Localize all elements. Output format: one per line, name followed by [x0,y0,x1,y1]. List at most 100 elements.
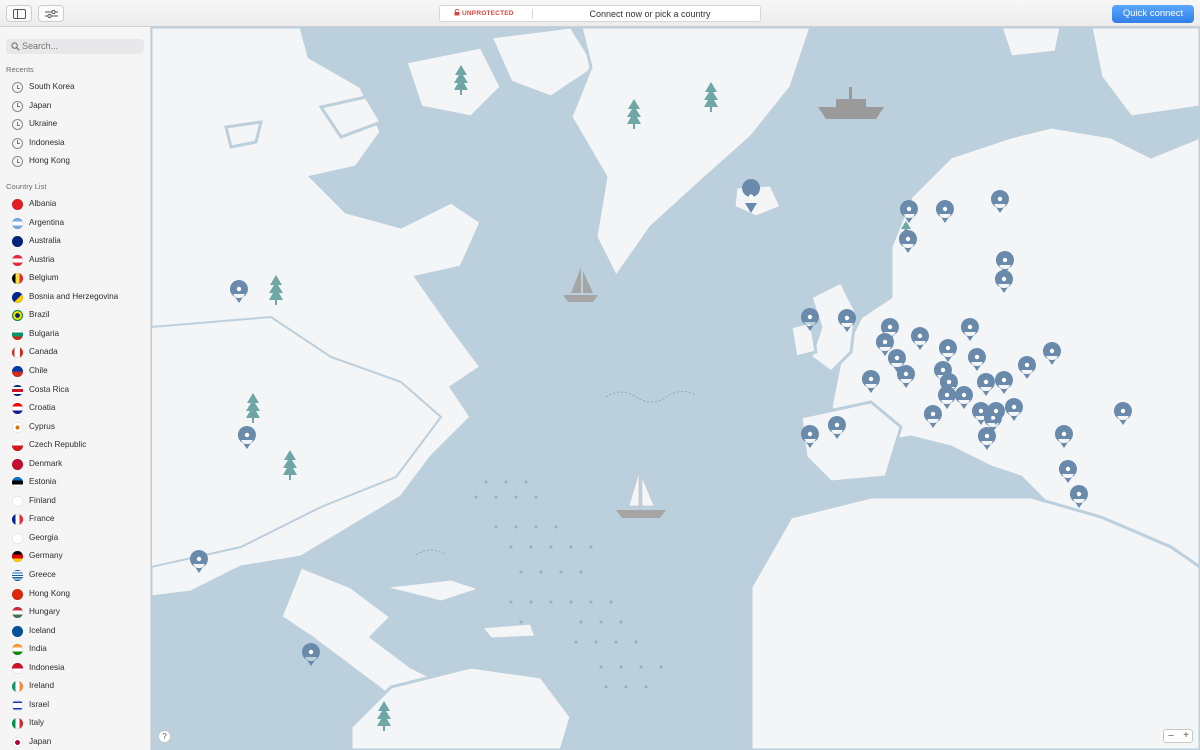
country-item-label: Australia [29,236,61,246]
country-item[interactable]: Argentina [0,214,150,232]
canada-flag-icon [12,347,23,359]
country-item[interactable]: Albania [0,195,150,213]
country-item-label: Croatia [29,403,56,413]
sidebar-icon [13,9,26,19]
italy-flag-icon [12,718,23,730]
country-item-label: Denmark [29,458,63,468]
iceland-flag-icon [12,625,23,637]
belgium-flag-icon [12,273,23,285]
country-item[interactable]: Greece [0,566,150,584]
recent-item[interactable]: Japan [0,97,150,115]
bosnia-flag-icon [12,291,23,303]
country-item[interactable]: Finland [0,492,150,510]
country-item[interactable]: Japan [0,733,150,750]
country-item[interactable]: Bosnia and Herzegovina [0,288,150,306]
clock-icon [12,137,23,149]
country-item-label: Argentina [29,217,65,227]
connection-status-bar[interactable]: UNPROTECTED Connect now or pick a countr… [439,5,761,22]
recent-item-label: Hong Kong [29,156,70,165]
country-item-label: Ireland [29,681,55,691]
country-item[interactable]: Canada [0,343,150,361]
country-item[interactable]: Hungary [0,603,150,621]
recent-item-label: South Korea [29,82,75,91]
search-input[interactable] [22,40,137,52]
country-item[interactable]: France [0,510,150,528]
cyprus-flag-icon [12,421,23,433]
clock-icon [12,82,23,93]
country-item[interactable]: Iceland [0,622,150,640]
help-button[interactable]: ? [158,730,171,743]
country-item[interactable]: Brazil [0,306,150,324]
country-item[interactable]: Indonesia [0,659,150,677]
country-item-label: Austria [29,254,55,264]
country-item[interactable]: Hong Kong [0,585,150,603]
austria-flag-icon [12,254,23,266]
search-box[interactable] [6,39,144,54]
recent-item[interactable]: South Korea [0,78,150,96]
recent-item[interactable]: Hong Kong [0,152,150,170]
hungary-flag-icon [12,607,23,619]
country-item[interactable]: Australia [0,232,150,250]
country-item[interactable]: Italy [0,714,150,732]
location-pin-icon[interactable] [301,643,320,666]
country-item[interactable]: Estonia [0,473,150,491]
country-item-label: Greece [29,570,56,579]
sidebar-toggle-button[interactable] [6,5,32,22]
country-item[interactable]: Austria [0,251,150,269]
country-item[interactable]: Georgia [0,529,150,547]
ireland-flag-icon [12,681,23,693]
sidebar: Recents South Korea Japan Ukraine Indonesia… [0,27,151,750]
quick-connect-button[interactable]: Quick connect [1112,5,1194,23]
recent-item-label: Ukraine [29,119,58,128]
clock-icon [12,156,23,167]
world-map[interactable]: ? – + [151,27,1200,750]
country-item-label: Bosnia and Herzegovina [29,291,119,301]
country-item-label: Indonesia [29,662,65,672]
denmark-flag-icon [12,458,23,470]
country-item-label: Belgium [29,273,59,283]
country-item[interactable]: India [0,640,150,658]
country-item-label: India [29,644,47,654]
zoom-out-button[interactable]: – [1164,730,1178,742]
costa-rica-flag-icon [12,384,23,396]
recent-item-label: Japan [29,100,52,110]
country-item-label: Costa Rica [29,384,70,394]
country-item[interactable]: Germany [0,547,150,565]
country-item-label: Iceland [29,625,56,635]
sliders-icon [45,9,58,19]
country-item-label: Hong Kong [29,588,70,598]
country-item-label: Japan [29,736,52,746]
finland-flag-icon [12,495,23,507]
country-list-title: Country List [6,182,47,191]
recent-item[interactable]: Ukraine [0,115,150,133]
settings-button[interactable] [38,5,64,22]
australia-flag-icon [12,236,23,248]
country-item[interactable]: Belgium [0,269,150,287]
landmass [151,27,1200,750]
brazil-flag-icon [12,310,23,322]
recent-item[interactable]: Indonesia [0,134,150,152]
zoom-in-button[interactable]: + [1179,730,1193,742]
country-item-label: Bulgaria [29,328,60,338]
country-item[interactable]: Chile [0,362,150,380]
country-item-label: Brazil [29,310,50,320]
israel-flag-icon [12,699,23,711]
country-item[interactable]: Denmark [0,455,150,473]
country-item[interactable]: Croatia [0,399,150,417]
croatia-flag-icon [12,403,23,415]
country-item[interactable]: Cyprus [0,418,150,436]
country-item-label: Chile [29,365,48,375]
chile-flag-icon [12,365,23,377]
country-item-label: Germany [29,551,63,561]
country-item[interactable]: Bulgaria [0,325,150,343]
country-item[interactable]: Ireland [0,677,150,695]
recents-title: Recents [6,65,34,74]
country-item[interactable]: Czech Republic [0,436,150,454]
country-item[interactable]: Costa Rica [0,381,150,399]
status-label-text: UNPROTECTED [462,10,514,17]
argentina-flag-icon [12,217,23,229]
country-item-label: Canada [29,347,58,357]
country-item[interactable]: Israel [0,696,150,714]
recent-item-label: Indonesia [29,137,65,147]
indonesia-flag-icon [12,662,23,674]
